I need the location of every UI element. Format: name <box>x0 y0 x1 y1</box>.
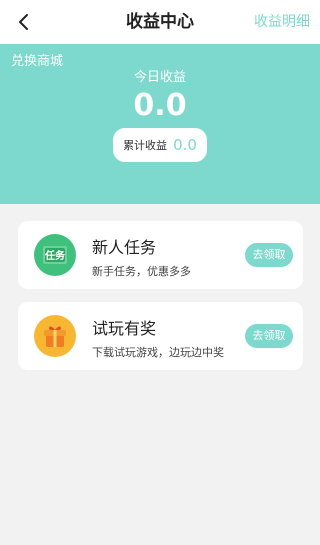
gift-icon <box>34 315 76 357</box>
task-icon: 任务 <box>34 234 76 276</box>
top-navbar: 收益中心 收益明细 <box>0 0 320 44</box>
claim-button[interactable]: 去领取 <box>245 324 293 348</box>
gift-icon-graphic <box>44 326 66 347</box>
today-earnings-label: 今日收益 <box>133 70 186 85</box>
today-earnings-value: 0.0 <box>133 88 187 123</box>
task-title: 试玩有奖 <box>92 319 157 338</box>
claim-button[interactable]: 去领取 <box>245 243 293 267</box>
total-earnings-value: 0.0 <box>173 136 197 154</box>
task-description: 下载试玩游戏，边玩边中奖 <box>92 346 224 359</box>
task-card-trial[interactable]: 试玩有奖 下载试玩游戏，边玩边中奖 去领取 <box>18 302 303 370</box>
task-title: 新人任务 <box>92 238 157 257</box>
earnings-detail-link[interactable]: 收益明细 <box>254 0 310 44</box>
task-icon-label: 任务 <box>44 249 66 262</box>
total-earnings-label: 累计收益 <box>123 139 168 152</box>
task-description: 新手任务，优惠多多 <box>92 265 191 278</box>
task-icon-graphic: 任务 <box>43 246 67 264</box>
total-earnings-pill: 累计收益 0.0 <box>113 128 207 162</box>
earnings-banner: 兑换商城 今日收益 0.0 累计收益 0.0 <box>0 44 320 204</box>
task-card-newbie[interactable]: 任务 新人任务 新手任务，优惠多多 去领取 <box>18 221 303 289</box>
